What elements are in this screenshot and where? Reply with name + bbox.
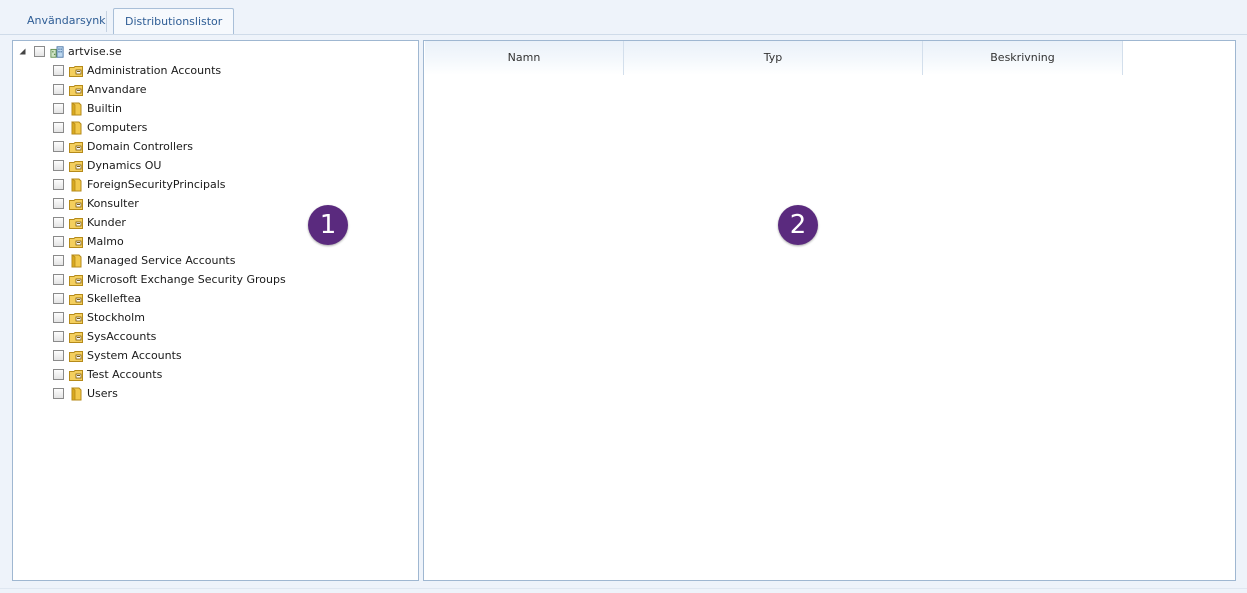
tree-node-label: Microsoft Exchange Security Groups — [87, 273, 286, 286]
tree-node[interactable]: System Accounts — [53, 346, 182, 365]
ou-folder-icon — [69, 273, 83, 287]
checkbox[interactable] — [53, 331, 64, 342]
container-folder-icon — [69, 177, 83, 192]
ou-folder-icon — [69, 159, 83, 173]
checkbox[interactable] — [53, 312, 64, 323]
tab-bar: Användarsynk Distributionslistor — [0, 0, 1247, 36]
tree-node[interactable]: Dynamics OU — [53, 156, 161, 175]
container-folder-icon — [69, 101, 83, 116]
container-folder-icon — [69, 386, 83, 401]
tree-node-label: Malmo — [87, 235, 124, 248]
tree-node-label: Konsulter — [87, 197, 139, 210]
column-header-namn[interactable]: Namn — [425, 41, 624, 75]
tab-underline — [0, 34, 1247, 35]
tree-node-label: Stockholm — [87, 311, 145, 324]
ou-folder-icon — [69, 197, 83, 211]
checkbox[interactable] — [53, 84, 64, 95]
checkbox[interactable] — [53, 255, 64, 266]
checkbox[interactable] — [53, 217, 64, 228]
tree-node[interactable]: Microsoft Exchange Security Groups — [53, 270, 286, 289]
column-header-beskrivning[interactable]: Beskrivning — [923, 41, 1123, 75]
tree-node-label: Builtin — [87, 102, 122, 115]
ou-folder-icon — [69, 311, 83, 325]
ou-folder-icon — [69, 292, 83, 306]
tree-node[interactable]: Stockholm — [53, 308, 145, 327]
tree-node-label: Users — [87, 387, 118, 400]
tree-node-label: Computers — [87, 121, 148, 134]
ou-folder-icon — [69, 216, 83, 230]
tree-node-label: System Accounts — [87, 349, 182, 362]
tree-node-label: Skelleftea — [87, 292, 142, 305]
tree-node[interactable]: ForeignSecurityPrincipals — [53, 175, 226, 194]
tree-node-label: Administration Accounts — [87, 64, 222, 77]
domain-icon — [50, 45, 64, 59]
checkbox[interactable] — [53, 141, 64, 152]
checkbox[interactable] — [53, 388, 64, 399]
callout-badge-1: 1 — [308, 205, 348, 245]
checkbox[interactable] — [53, 274, 64, 285]
tree-node[interactable]: Test Accounts — [53, 365, 162, 384]
expand-arrow-icon[interactable] — [19, 48, 26, 55]
checkbox[interactable] — [53, 236, 64, 247]
tree-node-label: Managed Service Accounts — [87, 254, 236, 267]
grid-header: Namn Typ Beskrivning — [425, 41, 1123, 75]
tree-node[interactable]: Anvandare — [53, 80, 147, 99]
checkbox[interactable] — [53, 65, 64, 76]
checkbox[interactable] — [53, 103, 64, 114]
container-folder-icon — [69, 120, 83, 135]
checkbox[interactable] — [53, 160, 64, 171]
tree-node[interactable]: Builtin — [53, 99, 122, 118]
checkbox[interactable] — [53, 293, 64, 304]
tree-node[interactable]: Administration Accounts — [53, 61, 221, 80]
ou-tree-panel: artvise.se Administration Accounts Anvanda… — [12, 40, 419, 581]
tree-node-label: artvise.se — [68, 45, 122, 58]
ou-folder-icon — [69, 140, 83, 154]
ou-folder-icon — [69, 235, 83, 249]
ou-folder-icon — [69, 330, 83, 344]
tree-node[interactable]: SysAccounts — [53, 327, 156, 346]
checkbox[interactable] — [53, 122, 64, 133]
checkbox[interactable] — [53, 350, 64, 361]
checkbox[interactable] — [53, 369, 64, 380]
checkbox[interactable] — [34, 46, 45, 57]
tree-node[interactable]: Skelleftea — [53, 289, 141, 308]
tree-node-label: Domain Controllers — [87, 140, 194, 153]
callout-badge-2: 2 — [778, 205, 818, 245]
ou-folder-icon — [69, 349, 83, 363]
tree-node-label: Dynamics OU — [87, 159, 162, 172]
tree-node[interactable]: Computers — [53, 118, 147, 137]
checkbox[interactable] — [53, 179, 64, 190]
tab-anvandarsynk[interactable]: Användarsynk — [16, 8, 117, 35]
tree-node-label: ForeignSecurityPrincipals — [87, 178, 226, 191]
tree-root-node[interactable]: artvise.se — [19, 42, 122, 61]
tree-node[interactable]: Malmo — [53, 232, 124, 251]
ou-folder-icon — [69, 368, 83, 382]
tab-separator — [106, 11, 107, 32]
tree-node[interactable]: Domain Controllers — [53, 137, 193, 156]
tree-node[interactable]: Users — [53, 384, 118, 403]
container-folder-icon — [69, 253, 83, 268]
tree-node-label: SysAccounts — [87, 330, 157, 343]
ou-folder-icon — [69, 83, 83, 97]
ou-folder-icon — [69, 64, 83, 78]
tree-node[interactable]: Managed Service Accounts — [53, 251, 235, 270]
tree-node-label: Anvandare — [87, 83, 147, 96]
tree-node-label: Test Accounts — [87, 368, 163, 381]
bottom-divider — [0, 588, 1247, 589]
distribution-list-grid: Namn Typ Beskrivning — [423, 40, 1236, 581]
tree-node[interactable]: Kunder — [53, 213, 126, 232]
tree-node[interactable]: Konsulter — [53, 194, 139, 213]
tab-distributionslistor[interactable]: Distributionslistor — [113, 8, 235, 35]
checkbox[interactable] — [53, 198, 64, 209]
tree-node-label: Kunder — [87, 216, 126, 229]
column-header-typ[interactable]: Typ — [624, 41, 923, 75]
